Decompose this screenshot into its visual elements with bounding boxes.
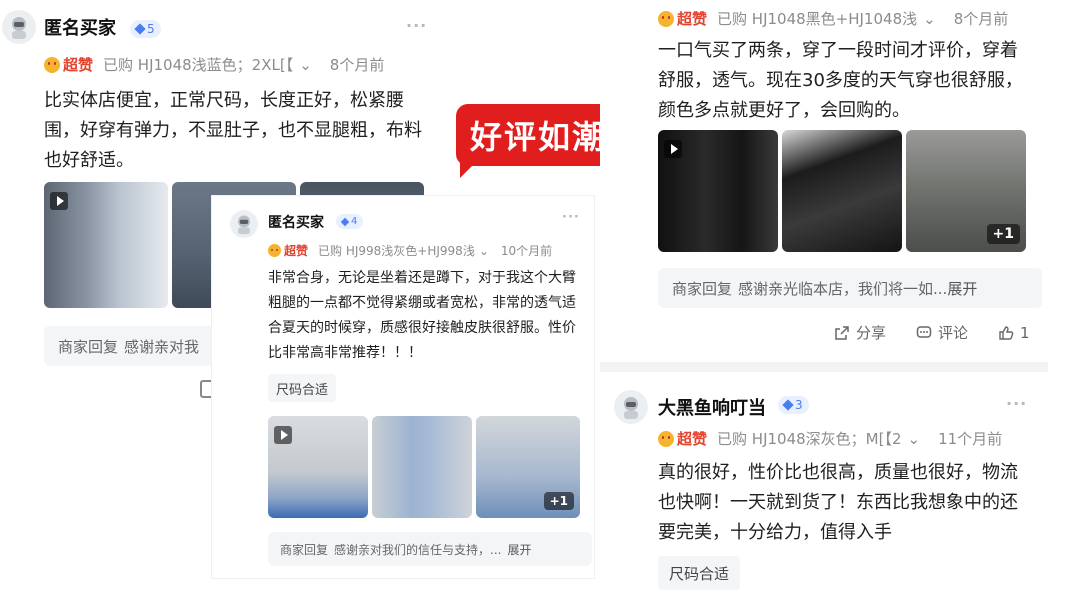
review-photo-1[interactable]	[44, 182, 168, 308]
level-value: 5	[147, 22, 155, 36]
review-time: 11个月前	[938, 430, 1003, 448]
level-value: 4	[351, 216, 358, 227]
share-button[interactable]: 分享	[834, 322, 886, 343]
chevron-down-icon[interactable]: ⌄	[479, 244, 489, 258]
more-photos-count[interactable]: +1	[986, 224, 1020, 244]
like-button[interactable]: 1	[998, 322, 1030, 343]
purchase-line: 超赞 已购 HJ998浅灰色+HJ998浅 ⌄ 10个月前	[268, 242, 552, 259]
expand-link[interactable]: 展开	[947, 278, 977, 299]
review-photo-1[interactable]	[268, 416, 368, 518]
merchant-reply[interactable]: 商家回复 感谢亲对我们的信任与支持，... 展开	[268, 532, 592, 566]
review-text: 比实体店便宜，正常尺码，长度正好，松紧腰围，好穿有弹力，不显肚子，也不显腿粗，布…	[44, 90, 422, 171]
reply-text: 感谢亲对我	[124, 337, 200, 356]
purchase-spec[interactable]: 已购 HJ1048黑色+HJ1048浅	[717, 8, 917, 29]
size-tag[interactable]: 尺码合适	[268, 374, 336, 402]
review-text: 一口气买了两条，穿了一段时间才评价，穿着舒服，透气。现在30多度的天气穿也很舒服…	[658, 40, 1023, 121]
chevron-down-icon[interactable]: ⌄	[299, 56, 312, 74]
rating-face-icon	[658, 430, 674, 447]
rating-label: 超赞	[284, 244, 309, 258]
review-time: 8个月前	[329, 56, 385, 74]
badge-label: 好评如潮	[469, 118, 606, 156]
like-count: 1	[1020, 323, 1030, 342]
rating-label: 超赞	[677, 10, 708, 28]
reply-text: 感谢亲对我们的信任与支持，...	[334, 542, 502, 557]
chevron-down-icon[interactable]: ⌄	[923, 10, 936, 28]
avatar[interactable]	[2, 10, 36, 44]
rating-face-icon	[268, 244, 281, 257]
more-options-icon[interactable]: ···	[406, 16, 427, 35]
praise-badge: 好评如潮	[456, 104, 620, 178]
comment-icon	[916, 325, 932, 338]
rating-label: 超赞	[677, 430, 708, 448]
play-icon[interactable]	[274, 426, 292, 444]
chevron-down-icon[interactable]: ⌄	[908, 430, 921, 448]
purchase-line: 超赞 已购 HJ1048浅蓝色；2XL[【 ⌄ 8个月前	[44, 54, 384, 75]
reply-text: 感谢亲光临本店，我们将一如...	[738, 279, 948, 298]
share-icon	[835, 325, 849, 340]
review-photo-1[interactable]	[658, 130, 778, 252]
divider	[600, 362, 1048, 372]
more-photos-count[interactable]: +1	[543, 492, 574, 510]
robot-avatar-icon	[238, 215, 250, 235]
rating-label: 超赞	[63, 56, 94, 74]
username[interactable]: 匿名买家	[44, 14, 116, 40]
level-value: 3	[795, 398, 803, 412]
level-gem-icon	[134, 23, 146, 35]
review-photo-3[interactable]: +1	[476, 416, 580, 518]
like-icon	[999, 325, 1014, 340]
review-photo-3[interactable]: +1	[906, 130, 1026, 252]
purchase-line: 超赞 已购 HJ1048深灰色；M[【2 ⌄ 11个月前	[658, 428, 1002, 449]
reply-label: 商家回复	[672, 279, 733, 298]
comment-button[interactable]: 评论	[916, 322, 968, 343]
level-gem-icon	[782, 399, 794, 411]
purchase-line: 超赞 已购 HJ1048黑色+HJ1048浅 ⌄ 8个月前	[658, 8, 1008, 29]
size-tag[interactable]: 尺码合适	[658, 556, 740, 590]
level-badge: 4	[336, 214, 364, 229]
level-gem-icon	[340, 217, 350, 226]
purchase-spec[interactable]: 已购 HJ998浅灰色+HJ998浅	[318, 242, 475, 259]
robot-avatar-icon	[624, 397, 638, 419]
review-photo-2[interactable]	[372, 416, 472, 518]
username[interactable]: 大黑鱼响叮当	[658, 394, 766, 420]
reply-label: 商家回复	[280, 542, 329, 557]
more-options-icon[interactable]: ···	[1006, 394, 1027, 413]
avatar[interactable]	[230, 210, 258, 238]
review-text: 真的很好，性价比也很高，质量也很好，物流也快啊！一天就到货了！东西比我想象中的还…	[658, 462, 1018, 543]
robot-avatar-icon	[12, 17, 26, 39]
action-bar: 分享 评论 1	[834, 322, 1030, 343]
review-photo-2[interactable]	[782, 130, 902, 252]
review-time: 10个月前	[500, 244, 553, 258]
expand-link[interactable]: 展开	[507, 541, 531, 558]
reply-label: 商家回复	[58, 337, 119, 356]
purchase-spec[interactable]: 已购 HJ1048浅蓝色；2XL[【	[103, 54, 293, 75]
merchant-reply[interactable]: 商家回复 感谢亲光临本店，我们将一如... 展开	[658, 268, 1042, 308]
username[interactable]: 匿名买家	[268, 212, 324, 232]
comment-label: 评论	[938, 324, 969, 342]
purchase-spec[interactable]: 已购 HJ1048深灰色；M[【2	[717, 428, 901, 449]
more-options-icon[interactable]: ···	[562, 210, 580, 225]
rating-face-icon	[44, 56, 60, 73]
play-icon[interactable]	[664, 140, 682, 158]
avatar[interactable]	[614, 390, 648, 424]
share-label: 分享	[856, 324, 887, 342]
review-card-right-top: 超赞 已购 HJ1048黑色+HJ1048浅 ⌄ 8个月前 一口气买了两条，穿了…	[600, 0, 1080, 362]
level-badge: 5	[130, 20, 161, 38]
review-time: 8个月前	[953, 10, 1009, 28]
review-card-middle: 匿名买家 4 ··· 超赞 已购 HJ998浅灰色+HJ998浅 ⌄ 10个月前…	[212, 196, 594, 578]
play-icon[interactable]	[50, 192, 68, 210]
rating-face-icon	[658, 10, 674, 27]
level-badge: 3	[778, 396, 809, 414]
review-text: 非常合身，无论是坐着还是蹲下，对于我这个大臂粗腿的一点都不觉得紧绷或者宽松，非常…	[268, 270, 576, 361]
review-card-right-bottom: 大黑鱼响叮当 3 ··· 超赞 已购 HJ1048深灰色；M[【2 ⌄ 11个月…	[600, 372, 1080, 600]
